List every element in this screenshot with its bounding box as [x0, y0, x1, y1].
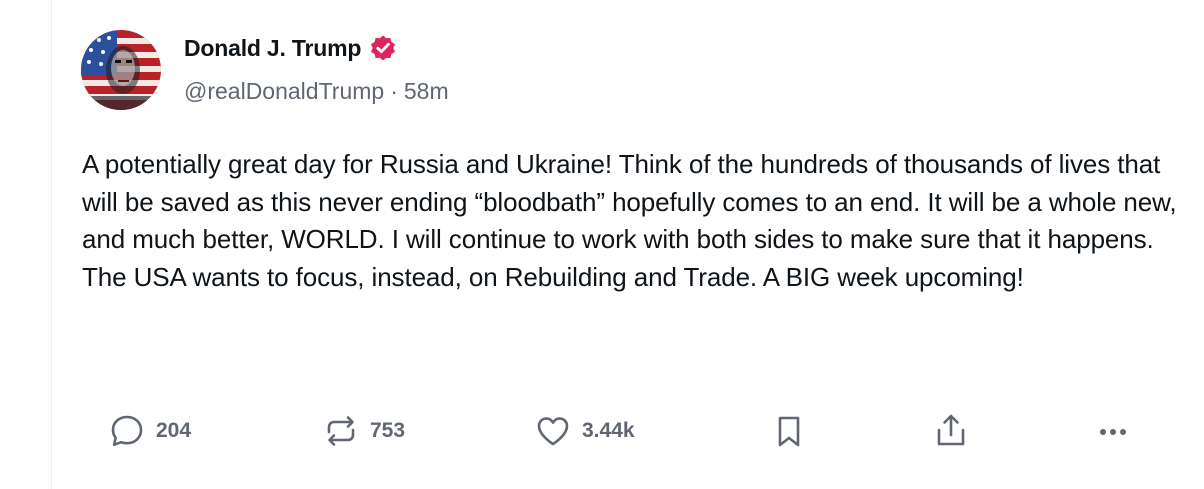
- avatar[interactable]: [81, 30, 161, 110]
- comment-icon: [111, 415, 143, 447]
- post-timestamp[interactable]: 58m: [404, 78, 449, 105]
- more-icon: [1100, 429, 1126, 435]
- like-button[interactable]: 3.44k: [534, 404, 635, 458]
- reply-button[interactable]: 204: [108, 404, 191, 458]
- avatar-image: [81, 30, 161, 110]
- reply-count: 204: [156, 419, 192, 442]
- share-icon: [937, 414, 965, 446]
- more-options-button[interactable]: [1094, 404, 1132, 458]
- separator-dot: ·: [390, 78, 398, 104]
- post-card: Donald J. Trump @realDonaldTrump · 58m A…: [51, 0, 1204, 489]
- repost-count: 753: [370, 419, 406, 442]
- like-count: 3.44k: [582, 419, 635, 442]
- verified-badge-icon: [369, 34, 397, 62]
- repost-button[interactable]: 753: [322, 404, 405, 458]
- action-bar: 204 753 3.44k: [52, 404, 1204, 458]
- share-button[interactable]: [932, 404, 970, 458]
- bookmark-icon: [778, 416, 800, 447]
- repost-icon: [327, 416, 355, 446]
- user-handle[interactable]: @realDonaldTrump: [184, 78, 384, 105]
- author-row: Donald J. Trump: [184, 32, 397, 64]
- bookmark-button[interactable]: [770, 404, 808, 458]
- post-text: A potentially great day for Russia and U…: [82, 149, 1177, 292]
- handle-row: @realDonaldTrump · 58m: [184, 78, 449, 105]
- display-name[interactable]: Donald J. Trump: [184, 35, 361, 62]
- heart-icon: [537, 417, 569, 446]
